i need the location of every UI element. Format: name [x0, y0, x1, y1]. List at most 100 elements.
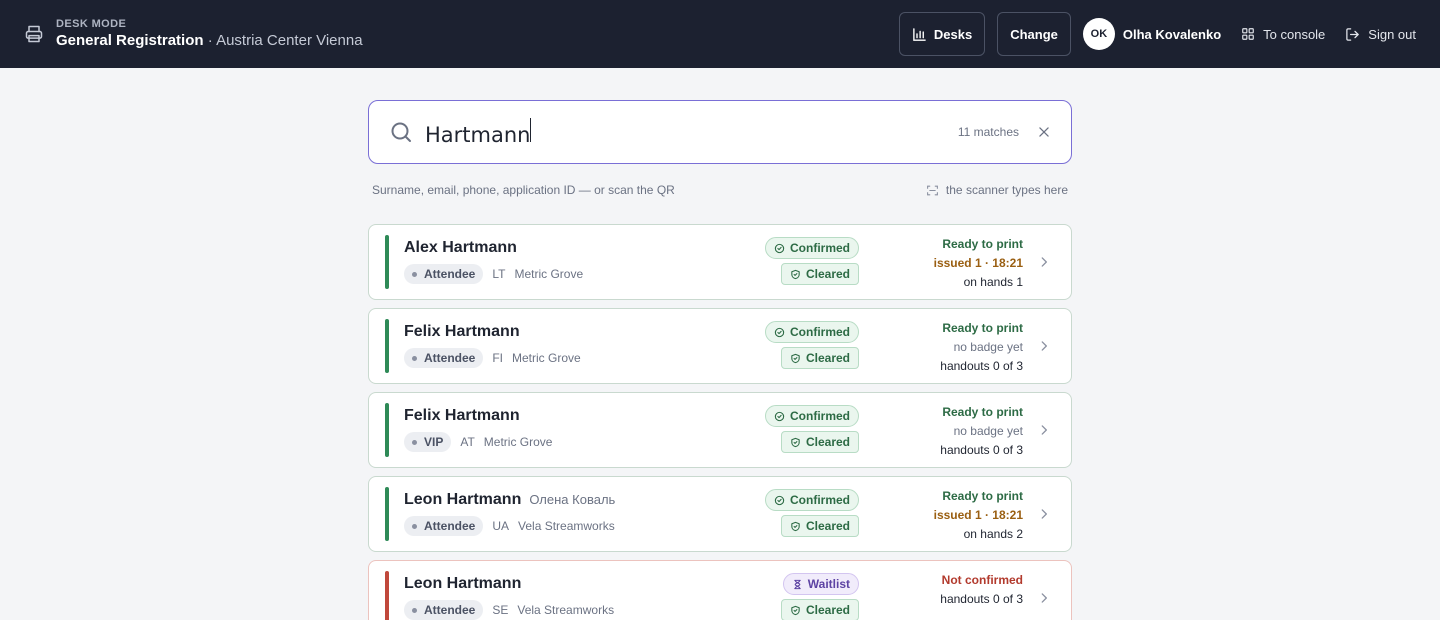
role-label: Attendee — [424, 603, 476, 617]
handout-info: handouts 0 of 3 — [940, 359, 1023, 373]
scanner-hint-text: the scanner types here — [945, 183, 1068, 197]
status-badges: Confirmed Cleared — [765, 405, 859, 453]
print-status: Ready to print no badge yet handouts 0 o… — [940, 403, 1023, 460]
result-card[interactable]: Felix Hartmann VIP AT Metric Grove Confi… — [368, 392, 1072, 468]
sign-out-label: Sign out — [1368, 26, 1416, 42]
registration-status-pill: Waitlist — [782, 573, 859, 595]
result-card[interactable]: Leon Hartmann Attendee SE Vela Streamwor… — [368, 560, 1072, 620]
search-hints: Surname, email, phone, application ID — … — [372, 183, 1068, 197]
role-badge: VIP — [404, 432, 452, 452]
event-separator: · — [203, 32, 217, 49]
desks-button[interactable]: Desks — [898, 12, 986, 56]
shield-check-icon — [791, 269, 800, 279]
registration-status-pill: Confirmed — [765, 489, 859, 511]
printer-icon — [25, 25, 43, 43]
search-box[interactable]: Hartmann 11 matches — [368, 100, 1072, 164]
clearance-pill: Cleared — [780, 431, 859, 453]
status-badges: Confirmed Cleared — [765, 489, 859, 537]
to-console-link[interactable]: To console — [1241, 27, 1325, 42]
match-count: 11 matches — [957, 125, 1019, 139]
role-label: Attendee — [424, 351, 476, 365]
close-icon[interactable] — [1037, 125, 1051, 139]
registration-status-pill: Confirmed — [765, 321, 859, 343]
results-list: Alex Hartmann Attendee LT Metric Grove C… — [368, 224, 1072, 620]
attendee-info: Felix Hartmann VIP AT Metric Grove — [404, 407, 552, 452]
search-input[interactable]: Hartmann — [425, 117, 958, 147]
print-status-label: Not confirmed — [941, 573, 1023, 587]
registration-status-label: Confirmed — [790, 325, 850, 339]
clearance-label: Cleared — [805, 267, 850, 281]
scan-icon — [927, 185, 938, 195]
top-bar: DESK MODE General Registration · Austria… — [0, 0, 1440, 68]
status-badges: Confirmed Cleared — [765, 321, 859, 369]
chevron-right-icon[interactable] — [1037, 423, 1051, 437]
print-status-label: Ready to print — [942, 405, 1023, 419]
check-circle-icon — [774, 495, 785, 505]
organization: Vela Streamworks — [518, 519, 615, 533]
role-dot — [412, 355, 417, 361]
status-stripe — [385, 487, 389, 541]
avatar[interactable]: OK — [1082, 18, 1115, 50]
role-label: Attendee — [424, 519, 476, 533]
chevron-right-icon[interactable] — [1037, 339, 1051, 353]
registration-status-pill: Confirmed — [765, 405, 859, 427]
print-status: Not confirmed handouts 0 of 3 — [940, 571, 1023, 609]
chevron-right-icon[interactable] — [1037, 591, 1051, 605]
handout-info: handouts 0 of 3 — [940, 443, 1023, 457]
role-badge: Attendee — [404, 348, 484, 368]
organization: Metric Grove — [512, 351, 581, 365]
role-dot — [412, 439, 417, 445]
country-code: UA — [492, 519, 510, 533]
attendee-name: Felix Hartmann — [404, 407, 520, 424]
sign-out-link[interactable]: Sign out — [1345, 27, 1416, 42]
country-code: LT — [492, 267, 506, 281]
result-card[interactable]: Leon Hartmann Олена Коваль Attendee UA V… — [368, 476, 1072, 552]
badge-info: handouts 0 of 3 — [940, 592, 1023, 606]
chevron-right-icon[interactable] — [1037, 507, 1051, 521]
clearance-label: Cleared — [805, 603, 850, 617]
event-name: General Registration — [56, 32, 204, 49]
clearance-pill: Cleared — [780, 347, 859, 369]
result-card[interactable]: Alex Hartmann Attendee LT Metric Grove C… — [368, 224, 1072, 300]
text-caret — [530, 117, 532, 142]
clearance-pill: Cleared — [780, 515, 859, 537]
attendee-info: Leon Hartmann Олена Коваль Attendee UA V… — [404, 491, 615, 536]
registration-status-label: Confirmed — [790, 409, 850, 423]
registration-status-label: Confirmed — [790, 493, 850, 507]
country-code: SE — [492, 603, 509, 617]
chevron-right-icon[interactable] — [1037, 255, 1051, 269]
role-badge: Attendee — [404, 264, 484, 284]
country-code: AT — [460, 435, 475, 449]
badge-info: no badge yet — [953, 424, 1023, 438]
print-status-label: Ready to print — [942, 237, 1023, 251]
shield-check-icon — [791, 521, 800, 531]
bar-chart-icon — [913, 27, 926, 41]
handout-info: on hands 2 — [963, 527, 1023, 541]
organization: Vela Streamworks — [517, 603, 615, 617]
change-button[interactable]: Change — [997, 12, 1071, 56]
status-stripe — [385, 403, 389, 457]
event-venue: Austria Center Vienna — [216, 32, 363, 49]
event-title: General Registration · Austria Center Vi… — [56, 31, 363, 51]
badge-info: issued 1 · 18:21 — [933, 508, 1023, 522]
role-badge: Attendee — [404, 516, 484, 536]
role-dot — [412, 271, 417, 277]
check-circle-icon — [774, 243, 785, 253]
status-badges: Confirmed Cleared — [765, 237, 859, 285]
change-label: Change — [1010, 26, 1058, 42]
sign-out-icon — [1346, 27, 1360, 41]
registration-status-pill: Confirmed — [765, 237, 859, 259]
attendee-info: Leon Hartmann Attendee SE Vela Streamwor… — [404, 575, 614, 620]
attendee-name: Leon Hartmann — [404, 575, 522, 592]
to-console-label: To console — [1263, 26, 1326, 42]
status-stripe — [385, 571, 389, 620]
clearance-label: Cleared — [805, 351, 850, 365]
mode-label: DESK MODE — [56, 18, 127, 30]
user-name[interactable]: Olha Kovalenko — [1123, 27, 1221, 42]
result-card[interactable]: Felix Hartmann Attendee FI Metric Grove … — [368, 308, 1072, 384]
print-status-label: Ready to print — [942, 321, 1023, 335]
badge-info: issued 1 · 18:21 — [933, 256, 1023, 270]
attendee-info: Felix Hartmann Attendee FI Metric Grove — [404, 323, 581, 368]
country-code: FI — [492, 351, 504, 365]
status-stripe — [385, 235, 389, 289]
